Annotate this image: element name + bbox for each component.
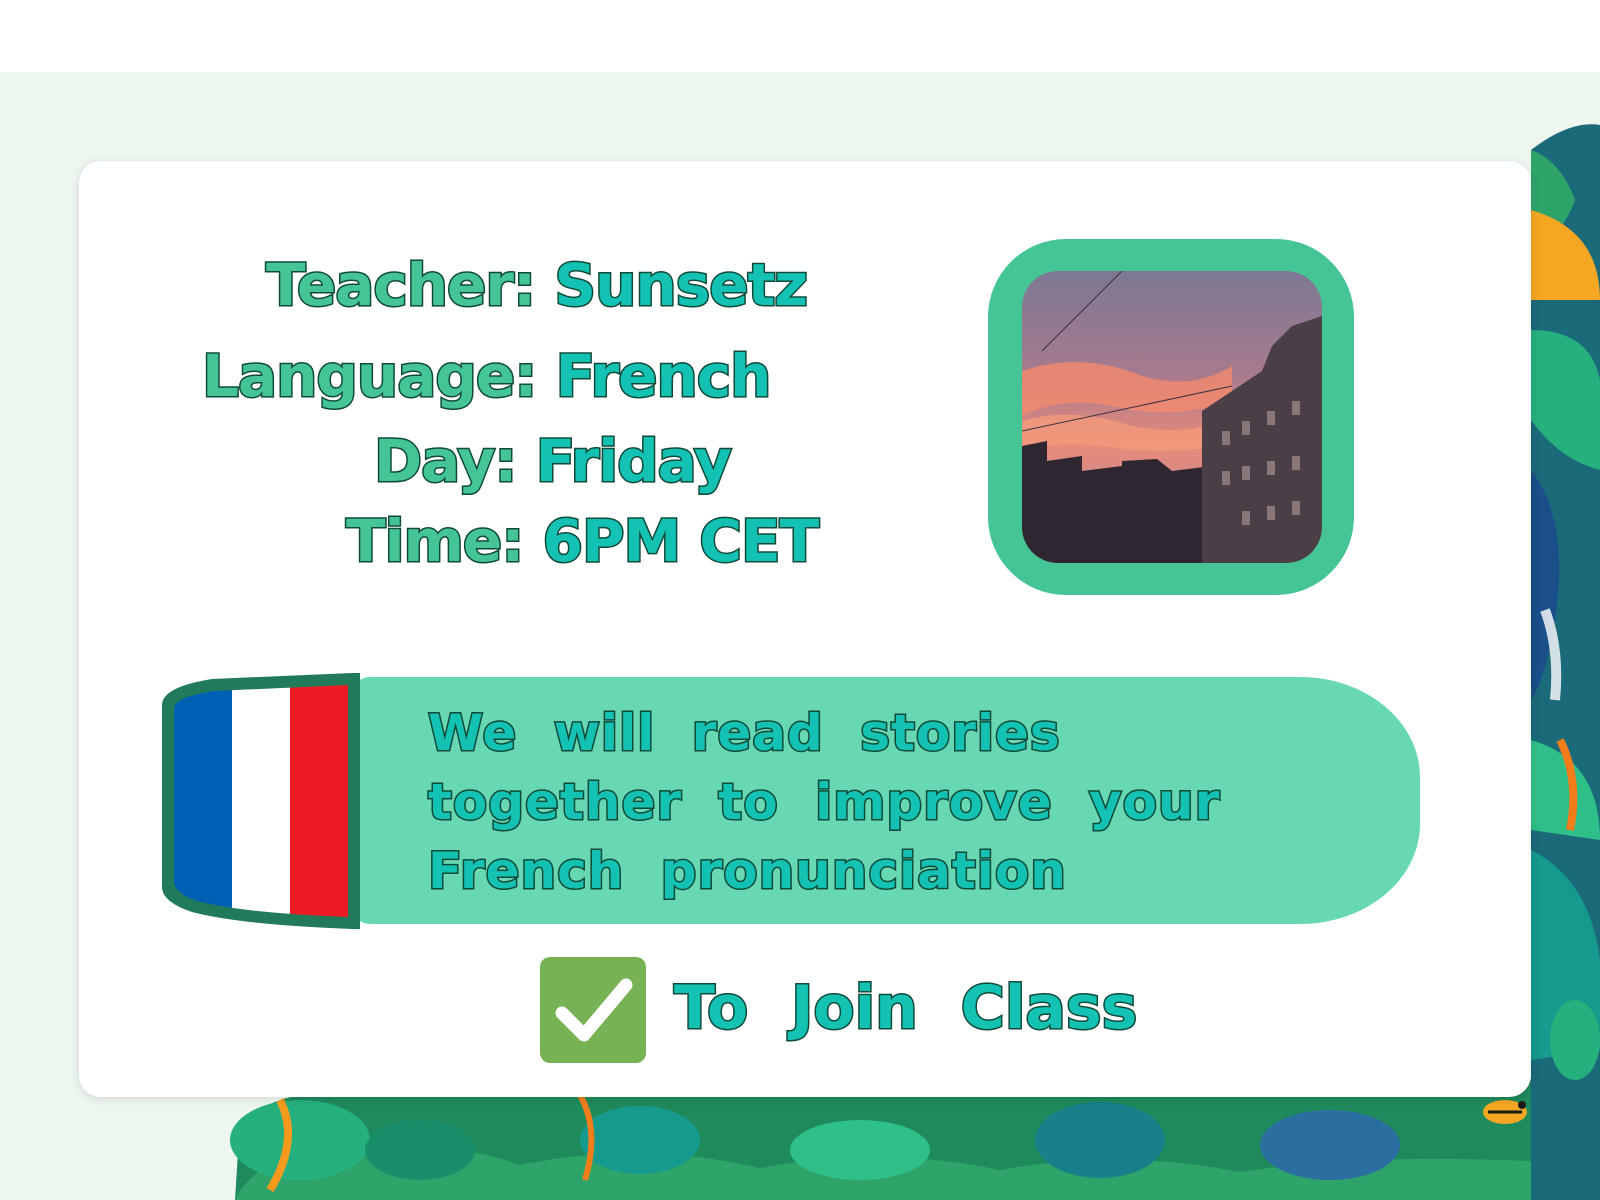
language-row: Language: French (200, 346, 772, 407)
day-label: Day: (373, 427, 520, 495)
language-label: Language: (200, 342, 538, 410)
day-value: Friday (534, 427, 733, 495)
join-class-label: To Join Class (672, 973, 1138, 1043)
check-mark-icon[interactable] (540, 957, 646, 1063)
language-value: French (554, 342, 773, 410)
class-description: We will read stories together to improve… (427, 703, 1221, 902)
teacher-label: Teacher: (264, 251, 537, 319)
time-row: Time: 6PM CET (344, 511, 820, 572)
time-label: Time: (344, 507, 525, 575)
time-value: 6PM CET (541, 507, 821, 575)
teacher-photo (1022, 271, 1322, 563)
day-row: Day: Friday (373, 431, 734, 492)
teacher-row: Teacher: Sunsetz (264, 255, 809, 316)
france-flag-icon (162, 673, 360, 929)
teacher-value: Sunsetz (553, 251, 810, 319)
